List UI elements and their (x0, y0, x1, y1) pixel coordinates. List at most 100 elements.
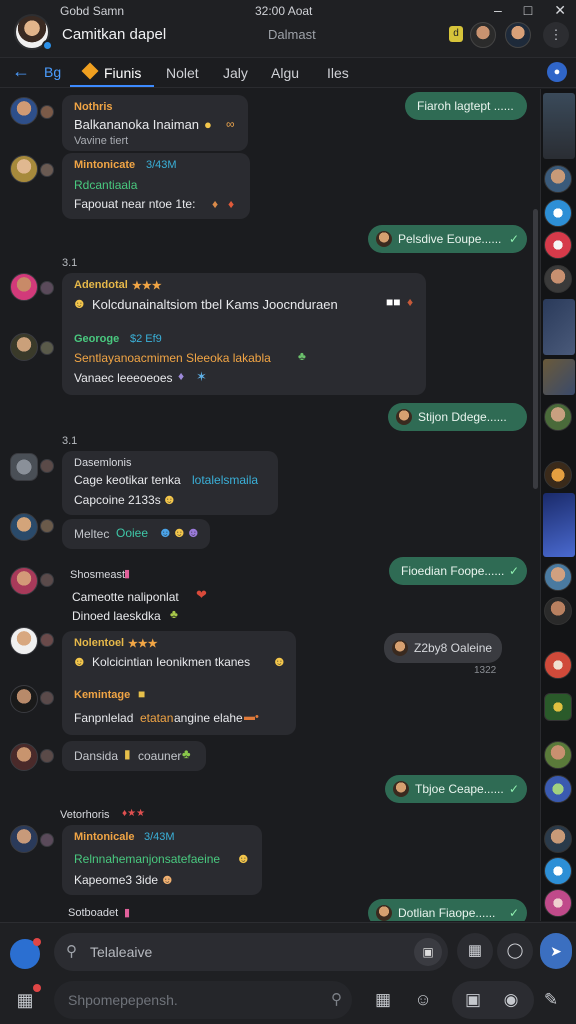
window-clock: 32:00 Aoat (255, 4, 313, 18)
incoming-reaction-message[interactable]: Z2by8 Oaleine (384, 633, 502, 663)
server-icon[interactable] (544, 693, 572, 721)
scrollbar[interactable] (533, 209, 538, 489)
avatar[interactable] (10, 97, 38, 125)
more-options-icon[interactable]: ⋮ (543, 22, 569, 48)
server-banner[interactable] (543, 93, 575, 159)
outgoing-message[interactable]: Tbjoe Ceape...... ✓ (385, 775, 527, 803)
message-bubble[interactable]: Nothris Balkananoka Inaiman ● ∞ Vavine t… (62, 95, 248, 151)
server-icon[interactable] (544, 597, 572, 625)
server-icon[interactable] (544, 775, 572, 803)
notification-bell-icon[interactable] (10, 938, 41, 969)
outgoing-message[interactable]: Stijon Ddege...... (388, 403, 527, 431)
chat-title[interactable]: Camitkan dapel (62, 26, 166, 43)
message-bubble[interactable]: Adendotal ★★★ ☻ Kolcdunainaltsiom tbel K… (62, 273, 426, 395)
outgoing-message[interactable]: Fioedian Foope...... ✓ (389, 557, 527, 585)
emoji-icon: ☻ (72, 295, 87, 311)
checkmark-icon: ✓ (508, 906, 519, 920)
message-bubble[interactable]: Dasemlonis Cage keotikar tenka lotalelsm… (62, 451, 278, 515)
server-icon[interactable] (544, 461, 572, 489)
emoji-icon: ❤ (196, 587, 207, 602)
message-bubble[interactable]: Meltec Ooiee ☻ ☻ ☻ (62, 519, 210, 549)
server-icon[interactable] (544, 825, 572, 853)
avatar[interactable] (10, 567, 38, 595)
avatar (40, 833, 54, 847)
emoji-picker-icon[interactable]: ☺ (408, 985, 438, 1015)
gif-icon[interactable]: ◯ (497, 933, 533, 969)
message-bubble[interactable]: Nolentoel ★★★ ☻ Kolcicintian Ieonikmen t… (62, 631, 296, 735)
date-separator: 3.1 (62, 435, 78, 447)
maximize-icon[interactable]: □ (524, 2, 532, 19)
date-separator: 3.1 (62, 257, 78, 269)
tab-iles[interactable]: Iles (327, 65, 349, 81)
server-icon[interactable] (544, 265, 572, 293)
server-icon[interactable] (544, 165, 572, 193)
emoji-icon: ♦ (212, 197, 219, 211)
chat-info-icon[interactable]: ● (547, 62, 567, 82)
message-input[interactable]: ⚲ Telaleaive ▣ (54, 933, 448, 971)
server-banner[interactable] (543, 493, 575, 557)
sender-name: Mintonicale (74, 831, 135, 843)
server-banner[interactable] (543, 359, 575, 395)
member-avatar[interactable] (470, 22, 496, 48)
emoji-icon: ▮ (124, 747, 131, 761)
server-icon[interactable] (544, 889, 572, 917)
tab-jaly[interactable]: Jaly (223, 65, 248, 81)
image-icon[interactable]: ▦ (457, 933, 493, 969)
secondary-input[interactable]: Shpomepepensh. ⚲ (54, 981, 352, 1019)
server-icon[interactable] (544, 741, 572, 769)
avatar[interactable] (10, 685, 38, 713)
server-icon[interactable] (544, 403, 572, 431)
close-icon[interactable]: ✕ (554, 2, 566, 19)
tab-nolet[interactable]: Nolet (166, 65, 199, 81)
server-banner[interactable] (543, 299, 575, 355)
emoji-icon: ♣ (298, 349, 306, 363)
sticker-icon[interactable]: ▦ (368, 985, 398, 1015)
emoji-icon: ☻ (172, 524, 187, 540)
arrow-left-icon[interactable]: ← (12, 61, 30, 82)
avatar[interactable] (10, 155, 38, 183)
header-badge[interactable]: d (449, 26, 463, 42)
server-icon[interactable] (544, 651, 572, 679)
outgoing-message[interactable]: Fiaroh lagtept ...... (405, 92, 527, 120)
emoji-icon: ♣ (182, 746, 191, 761)
avatar[interactable] (10, 513, 38, 541)
avatar[interactable] (10, 273, 38, 301)
minimize-icon[interactable]: – (494, 2, 502, 19)
server-icon[interactable] (544, 231, 572, 259)
window-title: Gobd Samn (60, 4, 125, 18)
server-icon[interactable] (544, 199, 572, 227)
message-bubble[interactable]: Mintonicate 3/43M Rdcantiaala Fapouat ne… (62, 153, 250, 219)
message-bubble[interactable]: Dansida ▮ coauner ♣ (62, 741, 206, 771)
member-avatar[interactable] (505, 22, 531, 48)
rank-stars: ★★★ (132, 280, 162, 292)
message-text: Kolcdunainaltsiom tbel Kams Joocnduraen (92, 297, 338, 312)
server-icon[interactable] (544, 563, 572, 591)
outgoing-message[interactable]: Pelsdive Eoupe...... ✓ (368, 225, 527, 253)
gear-icon[interactable] (10, 453, 38, 481)
tab-fiunis[interactable]: Fiunis (104, 65, 141, 81)
attach-icon[interactable]: ▣ (414, 938, 442, 966)
message-list[interactable]: Nothris Balkananoka Inaiman ● ∞ Vavine t… (0, 89, 540, 921)
message-bubble[interactable]: Mintonicale 3/43M Relnnahemanjonsatefaei… (62, 825, 262, 895)
mention-link[interactable]: lotalelsmaila (192, 473, 258, 487)
microphone-icon[interactable]: ◉ (496, 985, 526, 1015)
message-highlight: Ooiee (116, 526, 149, 540)
pen-icon[interactable]: ✎ (536, 985, 566, 1015)
emoji-icon: ■■ (386, 295, 401, 309)
emoji-icon: ☻ (72, 653, 87, 669)
emoji-icon: ∞ (226, 117, 235, 131)
camera-icon[interactable]: ▣ (458, 985, 488, 1015)
tab-bg[interactable]: Bg (44, 64, 61, 80)
expand-icon[interactable]: ▦ (10, 984, 41, 1015)
avatar[interactable] (10, 627, 38, 655)
send-icon[interactable]: ➤ (540, 933, 572, 969)
avatar[interactable] (10, 825, 38, 853)
server-icon[interactable] (544, 857, 572, 885)
tab-algu[interactable]: Algu (271, 65, 299, 81)
message-text: Cage keotikar tenka (74, 473, 181, 487)
outgoing-message[interactable]: Dotlian Fiaope...... ✓ (368, 899, 527, 921)
search-icon[interactable]: ⚲ (331, 990, 342, 1008)
avatar[interactable] (10, 333, 38, 361)
message-text: Cameotte naliponlat (72, 590, 179, 604)
avatar[interactable] (10, 743, 38, 771)
